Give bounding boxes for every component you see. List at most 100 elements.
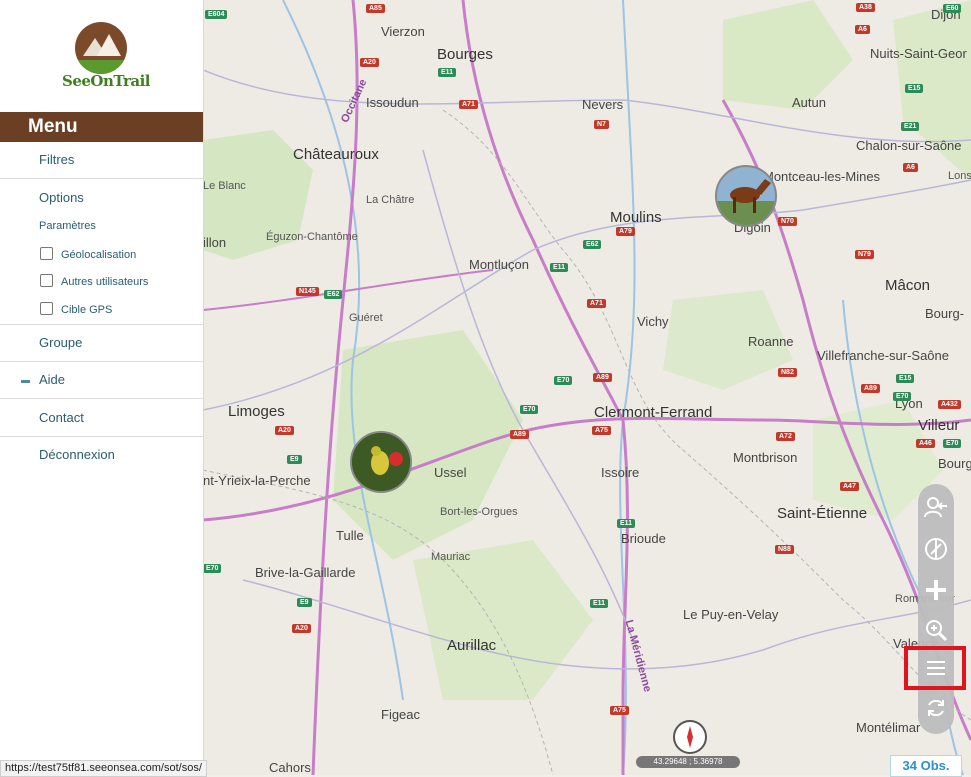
- checkbox-label: Cible GPS: [61, 304, 113, 316]
- coordinates-readout: 43.29648 ; 5.36978: [636, 756, 740, 768]
- search-zoom-button[interactable]: [918, 612, 954, 648]
- city-label: Mâcon: [885, 277, 931, 294]
- city-label: Saint-Étienne: [777, 505, 868, 522]
- city-label: Le Puy-en-Velay: [683, 607, 779, 622]
- city-label: Brioude: [621, 531, 666, 546]
- city-label: Issoire: [601, 465, 640, 480]
- parameters-title: Paramètres: [39, 220, 96, 232]
- road-shield: E11: [438, 68, 457, 77]
- city-label: Bourges: [437, 46, 493, 63]
- city-label: Bort-les-Orgues: [440, 506, 518, 518]
- observation-marker-bird[interactable]: [350, 431, 412, 493]
- road-shield: A72: [776, 432, 795, 441]
- city-label: Montceau-les-Mines: [763, 169, 881, 184]
- road-shield: A75: [610, 706, 629, 715]
- road-shield: E9: [287, 455, 302, 464]
- road-shield: A75: [592, 426, 611, 435]
- city-label: Chalon-sur-Saône: [856, 138, 962, 153]
- road-shield: A47: [840, 482, 859, 491]
- map-canvas[interactable]: Vierzon Bourges Nevers Autun Dijon Nuits…: [203, 0, 971, 775]
- observation-count[interactable]: 34 Obs.: [890, 755, 962, 777]
- menu-item-groupe[interactable]: Groupe: [0, 325, 203, 362]
- app-logo[interactable]: ⌒ SeeOnTrail: [62, 22, 150, 92]
- city-label: nt-Yrieix-la-Perche: [203, 473, 311, 488]
- road-shield: N145: [296, 287, 319, 296]
- road-shield: A89: [593, 373, 612, 382]
- compass-icon[interactable]: [673, 720, 707, 754]
- logo-emblem: ⌒: [75, 22, 127, 74]
- road-shield: A46: [916, 439, 935, 448]
- menu-item-label: Aide: [39, 372, 66, 387]
- city-label: Issoudun: [366, 95, 419, 110]
- menu-item-aide[interactable]: Aide: [0, 362, 203, 399]
- road-shield: E70: [943, 439, 962, 448]
- map-background: [203, 0, 971, 775]
- city-label: Brive-la-Gaillarde: [255, 565, 356, 580]
- road-shield: A89: [510, 430, 529, 439]
- menu-item-label: Déconnexion: [39, 447, 115, 462]
- city-label: Ussel: [434, 465, 467, 480]
- bird-icon: ⌒: [125, 26, 127, 43]
- city-label: La Châtre: [366, 194, 415, 206]
- road-shield: E11: [590, 599, 609, 608]
- road-shield: N79: [855, 250, 874, 259]
- checkbox-label: Géolocalisation: [61, 249, 137, 261]
- menu-item-label: Filtres: [39, 152, 75, 167]
- road-shield: A6: [903, 163, 918, 172]
- road-shield: E62: [324, 290, 343, 299]
- road-shield: A20: [360, 58, 379, 67]
- checkbox-label: Autres utilisateurs: [61, 276, 149, 288]
- road-shield: A38: [856, 3, 875, 12]
- city-label: Vichy: [637, 314, 669, 329]
- city-label: Tulle: [336, 528, 364, 543]
- road-shield: E62: [583, 240, 602, 249]
- road-shield: E9: [297, 598, 312, 607]
- road-shield: A6: [855, 25, 870, 34]
- road-shield: E604: [205, 10, 228, 19]
- zoom-in-button[interactable]: [918, 572, 954, 608]
- menu-item-deconnexion[interactable]: Déconnexion: [0, 437, 203, 474]
- city-label: Bourg: [938, 456, 971, 471]
- road-shield: A432: [938, 400, 961, 409]
- city-label: illon: [203, 235, 227, 250]
- checkbox-geolocation[interactable]: Géolocalisation: [40, 247, 136, 261]
- refresh-button[interactable]: [918, 690, 954, 726]
- user-locate-button[interactable]: [918, 490, 954, 526]
- road-shield: A71: [459, 100, 478, 109]
- checkbox[interactable]: [40, 247, 53, 260]
- observation-marker-horse[interactable]: [715, 165, 777, 227]
- city-label: Mauriac: [431, 551, 471, 563]
- checkbox[interactable]: [40, 302, 53, 315]
- road-shield: N88: [775, 545, 794, 554]
- city-label: Bourg-: [925, 306, 965, 321]
- refresh-icon: [928, 699, 944, 717]
- road-shield: E70: [554, 376, 573, 385]
- city-label: Montélimar: [856, 720, 921, 735]
- city-label: Le Blanc: [203, 180, 246, 192]
- city-label: Clermont-Ferrand: [594, 404, 713, 421]
- road-shield: A85: [366, 4, 385, 13]
- road-shield: N7: [594, 120, 609, 129]
- city-label: Éguzon-Chantôme: [266, 231, 358, 243]
- checkbox-gps-target[interactable]: Cible GPS: [40, 302, 112, 316]
- menu-item-contact[interactable]: Contact: [0, 400, 203, 437]
- city-label: Cahors: [269, 760, 311, 775]
- gps-target-button[interactable]: [918, 531, 954, 567]
- road-shield: E60: [943, 4, 962, 13]
- road-shield: E70: [203, 564, 222, 573]
- sidebar: ⌒ SeeOnTrail Menu Filtres Options Paramè…: [0, 0, 204, 775]
- menu-item-label: Groupe: [39, 335, 83, 350]
- road-shield: A20: [275, 426, 294, 435]
- city-label: Nevers: [582, 97, 624, 112]
- checkbox[interactable]: [40, 274, 53, 287]
- road-shield: E11: [550, 263, 569, 272]
- logo-mountain-2: [97, 34, 121, 56]
- city-label: Nuits-Saint-Geor: [870, 46, 967, 61]
- city-label: Moulins: [610, 209, 662, 226]
- checkbox-other-users[interactable]: Autres utilisateurs: [40, 274, 148, 288]
- horse-icon: [717, 179, 775, 225]
- road-shield: E11: [617, 519, 636, 528]
- road-shield: N70: [778, 217, 797, 226]
- menu-item-filtres[interactable]: Filtres: [0, 142, 203, 179]
- menu-item-label: Options: [39, 190, 84, 205]
